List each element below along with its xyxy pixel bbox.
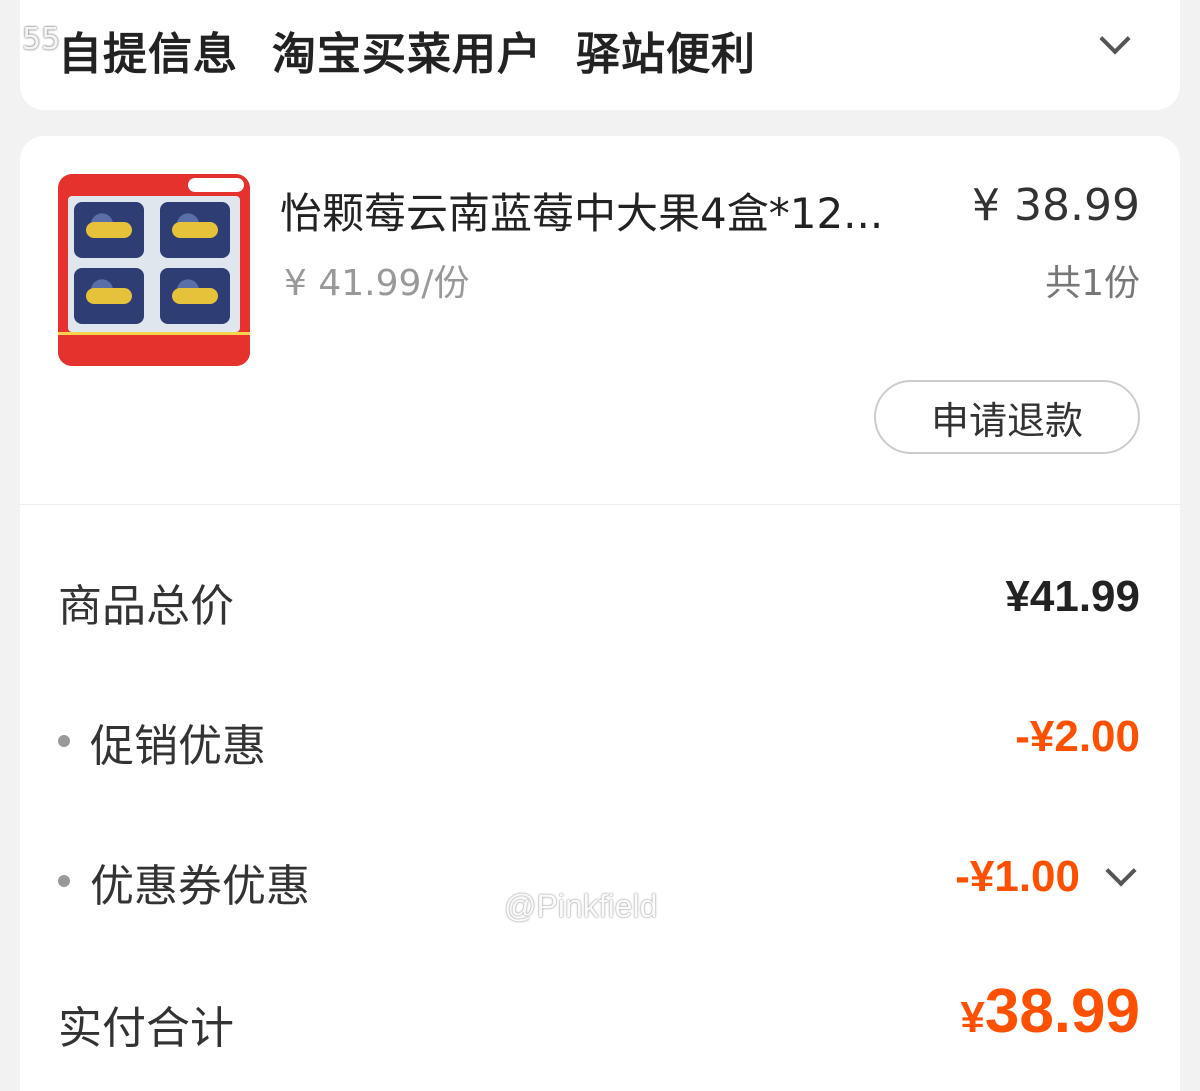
taobao-badge-icon: [188, 178, 244, 192]
thumbnail-promo-bar: [58, 332, 250, 366]
refund-button[interactable]: 申请退款: [874, 380, 1140, 454]
coupon-label: 优惠券优惠: [90, 861, 310, 912]
paid-total-amount: 38.99: [984, 977, 1140, 1046]
product-price: ¥ 38.99: [972, 180, 1140, 231]
pickup-user-name: 淘宝买菜用户: [272, 29, 542, 80]
promo-row: 促销优惠 -¥2.00: [20, 702, 1180, 772]
paid-total-label: 实付合计: [58, 1003, 234, 1054]
blueberry-boxes-image: [68, 196, 240, 332]
unit-price: ¥ 41.99/份: [284, 263, 470, 304]
chevron-down-icon[interactable]: [1099, 23, 1131, 55]
paid-total-row: 实付合计 ¥38.99: [20, 977, 1180, 1054]
product-thumbnail[interactable]: [58, 174, 250, 366]
product-name[interactable]: 怡颗莓云南蓝莓中大果4盒*12...: [280, 180, 920, 241]
product-quantity: 共1份: [1045, 263, 1140, 304]
order-card: 怡颗莓云南蓝莓中大果4盒*12... ¥ 41.99/份 ¥ 38.99 共1份…: [20, 136, 1180, 1091]
divider: [20, 504, 1180, 505]
promo-label: 促销优惠: [90, 721, 266, 772]
watermark-top: 55: [22, 22, 61, 57]
goods-total-label: 商品总价: [58, 581, 234, 632]
bullet-icon: [58, 875, 70, 887]
goods-total-value: ¥41.99: [1005, 572, 1140, 621]
pickup-station: 驿站便利: [576, 29, 756, 80]
watermark-bottom: @Pinkfield: [504, 888, 658, 924]
chevron-down-icon[interactable]: [1105, 855, 1137, 887]
pickup-info-text: 自提信息 淘宝买菜用户 驿站便利: [58, 18, 790, 82]
pickup-info-card[interactable]: 自提信息 淘宝买菜用户 驿站便利: [20, 0, 1180, 110]
coupon-value: -¥1.00: [955, 852, 1080, 901]
paid-total-currency: ¥: [960, 993, 985, 1042]
promo-value: -¥2.00: [1015, 712, 1140, 761]
pickup-info-title: 自提信息: [58, 29, 238, 80]
bullet-icon: [58, 735, 70, 747]
paid-total-value: ¥38.99: [960, 976, 1140, 1047]
goods-total-row: 商品总价 ¥41.99: [20, 562, 1180, 632]
